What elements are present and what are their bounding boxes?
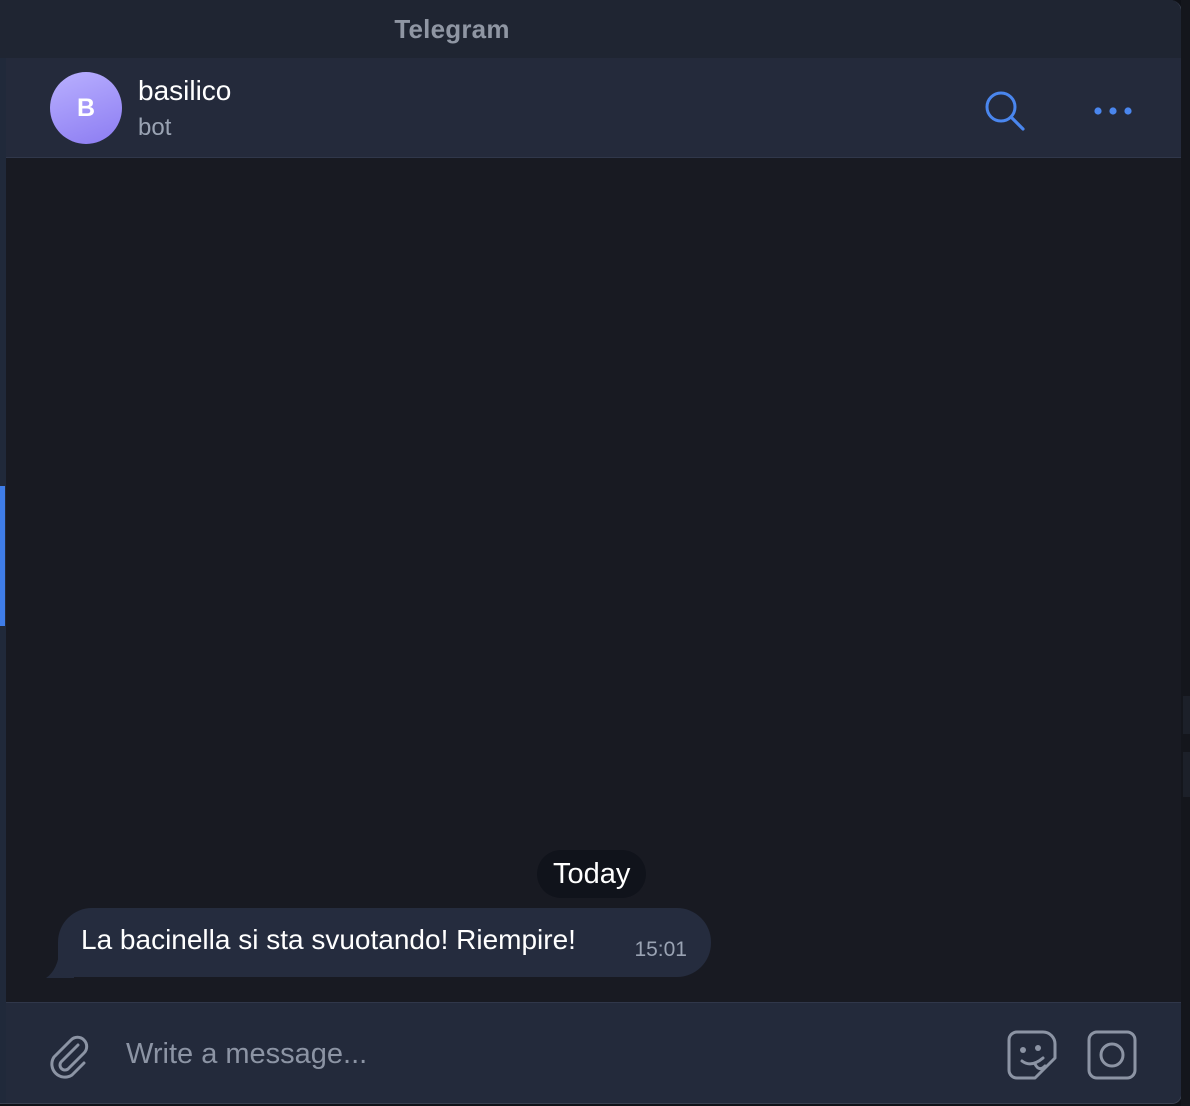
more-options-button[interactable] [1086, 84, 1140, 138]
window-edge [1181, 0, 1190, 1106]
edge-segment [1183, 752, 1190, 797]
chat-name: basilico [138, 75, 232, 106]
message-time: 15:01 [634, 938, 687, 961]
avatar[interactable]: B [50, 72, 122, 144]
active-chat-indicator [0, 486, 5, 626]
message-list[interactable]: Today La bacinella si sta svuotando! Rie… [6, 158, 1181, 1002]
telegram-window: Telegram B basilico bot Today La bacinel… [0, 0, 1182, 1104]
attach-button[interactable] [38, 1025, 98, 1085]
sticker-icon [1007, 1030, 1057, 1080]
message-text: La bacinella si sta svuotando! Riempire! [81, 924, 576, 955]
more-horizontal-icon [1094, 107, 1132, 115]
edge-segment [1183, 696, 1190, 734]
search-icon [985, 91, 1025, 131]
search-button[interactable] [978, 84, 1032, 138]
video-message-button[interactable] [1082, 1025, 1142, 1085]
sticker-button[interactable] [1002, 1025, 1062, 1085]
chat-status: bot [138, 114, 172, 141]
composer [6, 1002, 1181, 1103]
chat-header[interactable]: B basilico bot [6, 58, 1181, 158]
message-input[interactable] [124, 1025, 988, 1083]
message-bubble[interactable]: La bacinella si sta svuotando! Riempire!… [58, 908, 711, 977]
title-bar: Telegram [0, 0, 1181, 58]
paperclip-icon [50, 1035, 89, 1079]
window-title: Telegram [394, 14, 510, 44]
video-message-icon [1087, 1030, 1137, 1080]
date-separator: Today [537, 850, 647, 898]
